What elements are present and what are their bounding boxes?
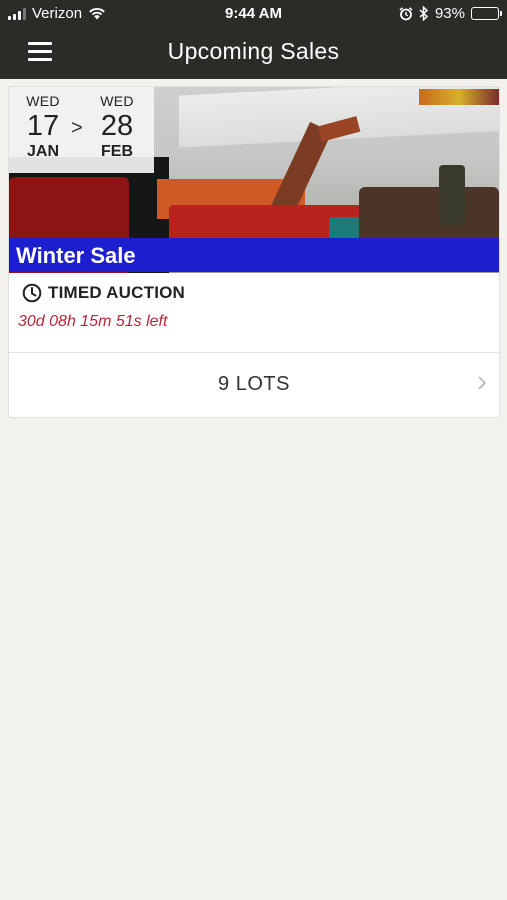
sale-image[interactable]: WED 17 JAN > WED 28 FEB Winter Sale <box>9 87 499 273</box>
battery-icon <box>471 7 502 20</box>
start-date: WED 17 JAN <box>15 93 71 161</box>
page-title: Upcoming Sales <box>167 38 340 64</box>
bluetooth-icon <box>419 6 429 21</box>
auction-type: TIMED AUCTION <box>48 283 186 302</box>
date-arrow: > <box>71 117 83 139</box>
status-right: 93% <box>399 5 502 22</box>
countdown-text: 30d 08h 15m 51s left <box>18 313 168 330</box>
alarm-icon <box>399 6 413 20</box>
start-month: JAN <box>26 143 59 160</box>
nav-bar: Upcoming Sales <box>0 28 507 79</box>
auction-type-row: TIMED AUCTION <box>22 283 185 303</box>
end-day-of-week: WED <box>100 93 134 109</box>
chevron-right-icon <box>478 376 487 390</box>
sale-info: TIMED AUCTION 30d 08h 15m 51s left <box>9 273 499 353</box>
end-date: WED 28 FEB <box>89 93 145 161</box>
sale-date-range: WED 17 JAN > WED 28 FEB <box>9 87 154 173</box>
clock-icon <box>22 283 42 303</box>
end-day: 28 <box>100 110 134 142</box>
battery-percent: 93% <box>434 5 465 22</box>
start-day-of-week: WED <box>26 93 60 109</box>
status-bar: Verizon 9:44 AM 93% <box>0 0 507 28</box>
sale-card[interactable]: WED 17 JAN > WED 28 FEB Winter Sale TIME… <box>8 86 500 418</box>
lots-button[interactable]: 9 LOTS <box>9 353 499 417</box>
sale-title[interactable]: Winter Sale <box>9 238 499 272</box>
start-day: 17 <box>26 110 60 142</box>
lots-count: 9 LOTS <box>218 373 290 395</box>
end-month: FEB <box>101 143 133 160</box>
